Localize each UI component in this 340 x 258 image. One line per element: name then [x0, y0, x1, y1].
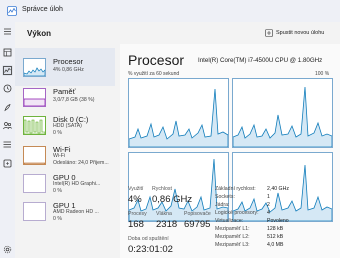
resource-sub: Intel(R) HD Graphi...	[53, 181, 101, 187]
run-new-task-button[interactable]: Spustit novou úlohu	[265, 26, 340, 40]
page-title: Výkon	[27, 29, 52, 38]
info-key: Mezipaměť L1:	[215, 226, 250, 232]
run-new-task-icon	[265, 29, 273, 37]
title-bar: Správce úloh	[0, 0, 340, 22]
info-value: 4,0 MB	[267, 242, 284, 248]
resource-sub2: 0 %	[53, 216, 62, 222]
resource-name: Procesor	[53, 57, 84, 66]
window-title: Správce úloh	[22, 6, 63, 13]
task-manager-icon	[7, 6, 17, 16]
page-header: Výkon Spustit novou úlohu	[15, 22, 340, 44]
graph-max-label: 100 %	[315, 71, 330, 77]
uptime-value: 0:23:01:02	[128, 244, 173, 255]
resource-sub: 4% 0,86 GHz	[53, 67, 84, 73]
processes-label: Procesy	[128, 211, 147, 217]
disk-thumbnail-graph	[23, 116, 46, 135]
nav-rail	[0, 22, 15, 258]
gpu1-thumbnail-graph	[23, 202, 46, 221]
resource-sub: AMD Radeon HD ...	[53, 209, 99, 215]
info-value: Povoleno	[267, 218, 289, 224]
gpu0-thumbnail-graph	[23, 174, 46, 193]
usage-value: 4%	[128, 194, 142, 205]
resource-name: Paměť	[53, 87, 76, 96]
graph-caption: % využití za 60 sekund	[128, 71, 180, 77]
info-value: 2	[267, 202, 270, 208]
startup-apps-icon[interactable]	[2, 102, 13, 113]
info-value: 1	[267, 194, 270, 200]
info-value: 128 kB	[267, 226, 284, 232]
cpu-detail-panel: Procesor Intel(R) Core(TM) i7-4500U CPU …	[120, 44, 340, 258]
resource-sub: HDD (SATA)	[53, 123, 82, 129]
resource-list: Procesor 4% 0,86 GHz Paměť 3,0/7,8 GB (3…	[15, 44, 115, 258]
resource-item-gpu1[interactable]: GPU 1 AMD Radeon HD ... 0 %	[15, 192, 115, 230]
cpu-core-graph	[232, 78, 333, 148]
processes-value: 168	[128, 219, 144, 230]
info-value: 512 kB	[267, 234, 284, 240]
info-key: Sockets:	[215, 194, 235, 200]
run-new-task-label: Spustit novou úlohu	[276, 30, 325, 36]
app-history-icon[interactable]	[2, 83, 13, 94]
cpu-title: Procesor	[128, 52, 185, 68]
cpu-model: Intel(R) Core(TM) i7-4500U CPU @ 1.80GHz	[198, 57, 323, 64]
services-icon[interactable]	[2, 158, 13, 169]
hamburger-menu-icon[interactable]	[2, 26, 13, 37]
settings-icon[interactable]	[2, 244, 13, 255]
info-key: Virtualizace:	[215, 218, 244, 224]
performance-icon[interactable]	[2, 65, 13, 76]
info-key: Mezipaměť L3:	[215, 242, 250, 248]
info-key: Mezipaměť L2:	[215, 234, 250, 240]
info-value: 2,40 GHz	[267, 186, 289, 192]
threads-value: 2318	[156, 219, 178, 230]
usage-label: Využití	[128, 186, 144, 192]
info-key: Jádra:	[215, 202, 230, 208]
info-key: Logické procesory:	[215, 210, 259, 216]
info-key: Základní rychlost:	[215, 186, 256, 192]
speed-value: 0,86 GHz	[152, 194, 193, 205]
handles-value: 69795	[184, 219, 211, 230]
speed-label: Rychlost	[152, 186, 172, 192]
memory-thumbnail-graph	[23, 88, 46, 107]
wifi-thumbnail-graph	[23, 146, 46, 165]
handles-label: Popisovače	[184, 211, 211, 217]
resource-sub: 3,0/7,8 GB (38 %)	[53, 97, 95, 103]
users-icon[interactable]	[2, 120, 13, 131]
cpu-core-graph	[128, 78, 229, 148]
threads-label: Vlákna	[156, 211, 172, 217]
details-icon[interactable]	[2, 139, 13, 150]
resource-sub: Wi-Fi	[53, 153, 66, 159]
uptime-label: Doba od spuštění	[128, 236, 169, 242]
info-value: 4	[267, 210, 270, 216]
processes-icon[interactable]	[2, 47, 13, 58]
cpu-thumbnail-graph	[23, 58, 46, 77]
